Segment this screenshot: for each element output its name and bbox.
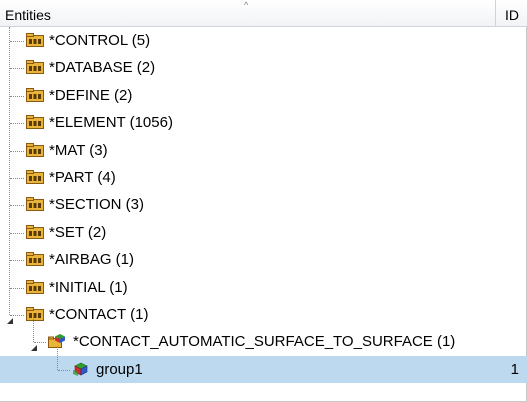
tree-guide-line [33,319,34,343]
tree-item[interactable]: *CONTACT (1) [0,301,527,328]
contact-group-icon [72,361,90,377]
tree-connector [10,232,24,234]
tree-item-label: *CONTACT (1) [49,306,149,323]
tree-connector [58,369,70,371]
entity-tree: *CONTROL (5) *DATABASE (2) *DEFINE (2) *ELE… [0,27,527,402]
tree-connector [10,150,24,152]
id-column-header[interactable]: ID [496,0,527,26]
id-column-label: ID [505,7,519,23]
keyword-folder-icon [26,306,44,322]
tree-item[interactable]: *ELEMENT (1056) [0,109,527,136]
tree-item[interactable]: *INITIAL (1) [0,274,527,301]
collapse-arrow-icon[interactable] [6,312,13,324]
tree-connector [10,260,24,262]
keyword-folder-icon [26,32,44,48]
keyword-folder-icon [26,169,44,185]
tree-item-label: *SECTION (3) [49,196,145,214]
tree-connector [10,178,24,179]
tree-item[interactable]: *DATABASE (2) [0,54,527,81]
keyword-folder-icon [26,142,44,158]
column-header: ^ Entities ID [0,0,527,27]
tree-connector [10,68,24,70]
tree-guide-line [57,346,58,370]
entities-column-label: Entities [5,7,51,23]
tree-item-label: *ELEMENT (1056) [49,114,173,132]
keyword-folder-icon [26,87,44,103]
tree-item-label: *MAT (3) [49,141,108,159]
id-cell: 1 [510,360,519,378]
tree-item-label: *DATABASE (2) [49,59,156,77]
tree-item[interactable]: *AIRBAG (1) [0,246,527,273]
tree-item-label: *SET (2) [49,223,107,241]
entities-column-header[interactable]: ^ Entities [0,0,496,26]
tree-item[interactable]: *MAT (3) [0,137,527,164]
tree-item-label: *PART (4) [49,169,116,186]
tree-leaf-item[interactable]: group1 1 [0,355,527,383]
entity-browser: ^ Entities ID *CONTROL (5) *DATABASE (2) *… [0,0,527,402]
tree-item-label: *INITIAL (1) [49,278,128,296]
tree-connector [10,123,24,125]
tree-item[interactable]: *CONTROL (5) [0,27,527,54]
tree-item-label: *CONTACT_AUTOMATIC_SURFACE_TO_SURFACE (1… [73,333,456,351]
tree-item[interactable]: *DEFINE (2) [0,82,527,109]
tree-item-label: *CONTROL (5) [49,32,151,49]
tree-item-label: *AIRBAG (1) [49,251,135,269]
tree-connector [10,95,24,97]
keyword-folder-icon [26,114,44,130]
tree-item[interactable]: *SECTION (3) [0,191,527,218]
tree-item-label: *DEFINE (2) [49,86,133,104]
tree-item[interactable]: *SET (2) [0,219,527,246]
keyword-folder-icon [26,196,44,212]
keyword-folder-icon [26,279,44,295]
tree-item[interactable]: *PART (4) [0,164,527,191]
keyword-folder-icon [26,251,44,267]
keyword-folder-icon [26,224,44,240]
tree-connector [10,287,24,289]
tree-connector [10,205,24,207]
tree-subitem[interactable]: *CONTACT_AUTOMATIC_SURFACE_TO_SURFACE (1… [0,328,527,355]
tree-connector [10,41,24,42]
tree-item-label: group1 [96,360,143,378]
sort-ascending-icon: ^ [244,0,249,10]
keyword-folder-icon [26,59,44,75]
